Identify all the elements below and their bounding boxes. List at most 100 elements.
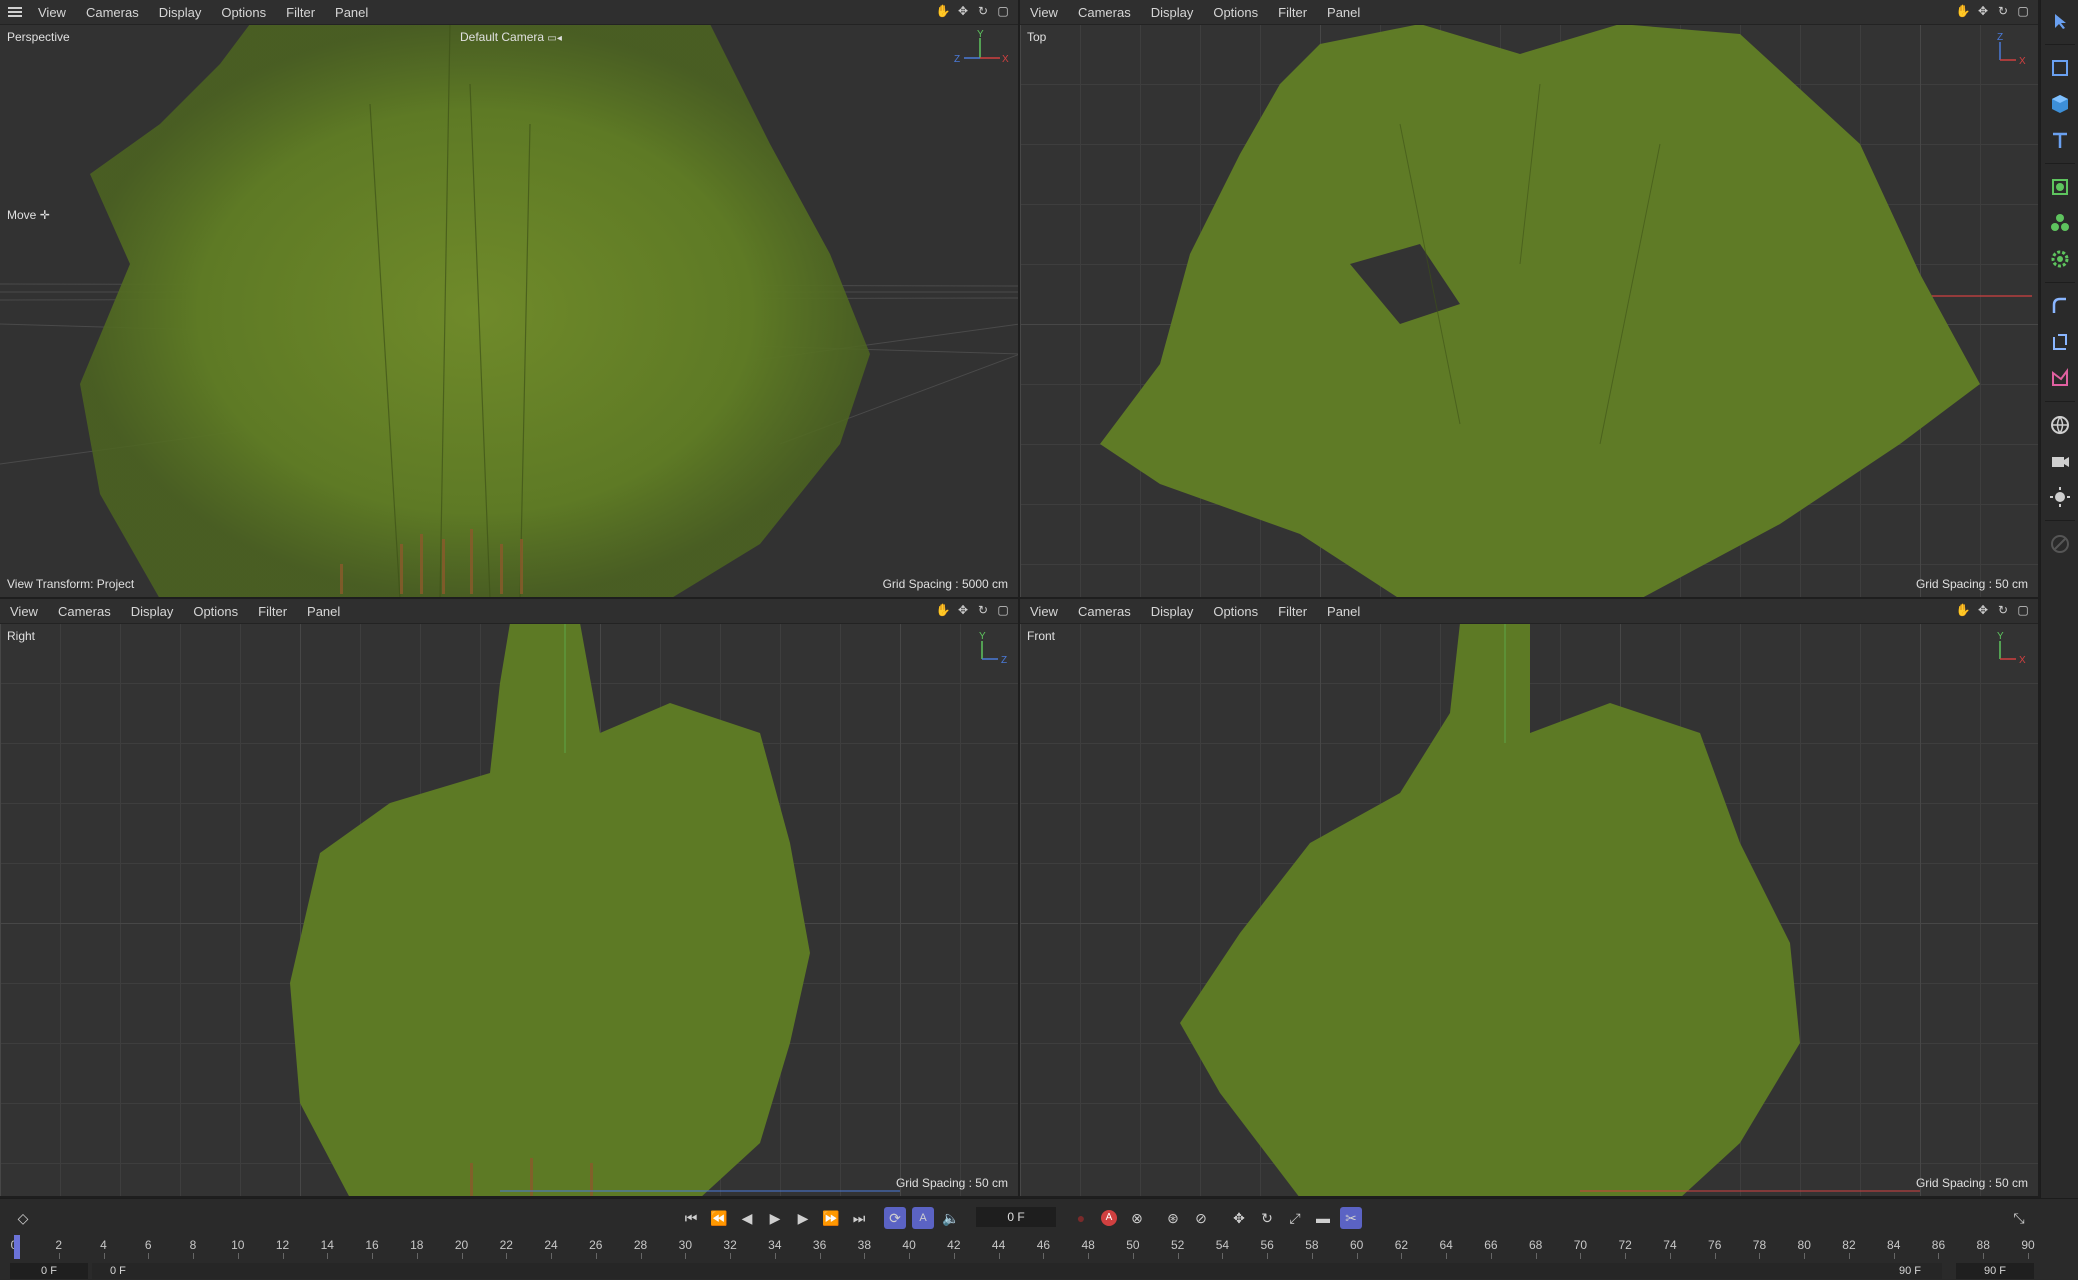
bend-deformer-button[interactable] [2045,327,2075,357]
bend-icon [2052,297,2066,313]
camera-button[interactable] [2045,446,2075,476]
menu-options[interactable]: Options [1203,604,1268,619]
rotate-icon[interactable]: ↻ [976,603,990,617]
maximize-icon[interactable]: ▢ [996,603,1010,617]
effector-button[interactable] [2045,244,2075,274]
go-to-start-button[interactable]: ⏮ [680,1207,702,1229]
range-end-field[interactable]: 90 F [1880,1263,1940,1279]
preview-end-field[interactable]: 90 F [1956,1263,2034,1279]
tick-mark [1759,1253,1761,1259]
record-disabled-button[interactable]: ● [1070,1207,1092,1229]
bamboo-foliage-perspective[interactable] [70,24,890,599]
range-start-field[interactable]: 0 F [92,1263,1942,1279]
record-rotation-button[interactable]: ⊘ [1190,1207,1212,1229]
timeline-graph-button[interactable]: ⤡ [2008,1207,2030,1229]
viewport-perspective[interactable]: View Cameras Display Options Filter Pane… [0,0,1020,599]
menu-options[interactable]: Options [183,604,248,619]
menu-panel[interactable]: Panel [1317,5,1370,20]
menu-filter[interactable]: Filter [1268,5,1317,20]
axis-y-label: Y [1997,631,2004,642]
menu-options[interactable]: Options [1203,5,1268,20]
sound-icon[interactable]: 🔈 [940,1207,962,1229]
move-arrows-icon[interactable]: ✥ [1976,603,1990,617]
next-frame-button[interactable]: ▶ [792,1207,814,1229]
playhead[interactable] [14,1235,20,1259]
tick-label: 46 [1036,1238,1051,1252]
rotate-icon[interactable]: ↻ [976,4,990,18]
menu-display[interactable]: Display [1141,5,1204,20]
loop-button[interactable]: ⟳ [884,1207,906,1229]
menu-panel[interactable]: Panel [297,604,350,619]
deformer-button[interactable] [2045,291,2075,321]
move-arrows-icon[interactable]: ✥ [1976,4,1990,18]
menu-view[interactable]: View [1020,5,1068,20]
next-key-button[interactable]: ⏩ [820,1207,842,1229]
autokey-button[interactable]: A [1098,1207,1120,1229]
menu-filter[interactable]: Filter [248,604,297,619]
previous-frame-button[interactable]: ◀ [736,1207,758,1229]
rotate-icon[interactable]: ↻ [1996,603,2010,617]
menu-cameras[interactable]: Cameras [1068,5,1141,20]
menu-icon[interactable] [8,7,22,17]
menu-cameras[interactable]: Cameras [48,604,121,619]
menu-options[interactable]: Options [211,5,276,20]
keyframe-diamond-button[interactable]: ◇ [12,1207,34,1229]
rotate-icon[interactable]: ↻ [1996,4,2010,18]
camera-label[interactable]: Default Camera ▭◂ [460,30,562,44]
rotate-key-button[interactable]: ↻ [1256,1207,1278,1229]
menu-cameras[interactable]: Cameras [1068,604,1141,619]
pla-key-button[interactable]: ✂ [1340,1207,1362,1229]
disabled-tool-button[interactable] [2045,529,2075,559]
scale-key-button[interactable]: ⤢ [1284,1207,1306,1229]
maximize-icon[interactable]: ▢ [2016,603,2030,617]
menu-display[interactable]: Display [149,5,212,20]
menu-view[interactable]: View [1020,604,1068,619]
move-arrows-icon[interactable]: ✥ [956,603,970,617]
menu-panel[interactable]: Panel [1317,604,1370,619]
move-key-button[interactable]: ✥ [1228,1207,1250,1229]
null-object-button[interactable] [2045,53,2075,83]
menu-panel[interactable]: Panel [325,5,378,20]
move-arrows-icon[interactable]: ✥ [956,4,970,18]
record-position-button[interactable]: ⊛ [1162,1207,1184,1229]
environment-button[interactable] [2045,410,2075,440]
go-to-end-button[interactable]: ⏭ [848,1207,870,1229]
toolbar-divider [2045,163,2075,164]
play-button[interactable]: ▶ [764,1207,786,1229]
bamboo-foliage-top[interactable] [1100,24,1980,599]
text-button[interactable] [2045,125,2075,155]
cube-button[interactable] [2045,89,2075,119]
viewport-right[interactable]: View Cameras Display Options Filter Pane… [0,599,1020,1198]
viewport-top[interactable]: View Cameras Display Options Filter Pane… [1020,0,2040,599]
light-button[interactable] [2045,482,2075,512]
menu-display[interactable]: Display [1141,604,1204,619]
menu-filter[interactable]: Filter [1268,604,1317,619]
previous-key-button[interactable]: ⏪ [708,1207,730,1229]
field-button[interactable] [2045,363,2075,393]
current-frame-field[interactable]: 0 F [976,1207,1056,1227]
tick-mark [1490,1253,1492,1259]
pan-hand-icon[interactable]: ✋ [936,603,951,617]
frame-ruler[interactable]: 0246810121416182022242628303234363840424… [0,1235,2035,1261]
tick-label: 12 [275,1238,290,1252]
preview-start-field[interactable]: 0 F [10,1263,88,1279]
pan-hand-icon[interactable]: ✋ [936,4,951,18]
subdivision-button[interactable] [2045,172,2075,202]
pan-hand-icon[interactable]: ✋ [1956,4,1971,18]
pan-hand-icon[interactable]: ✋ [1956,603,1971,617]
menu-view[interactable]: View [28,5,76,20]
menu-cameras[interactable]: Cameras [76,5,149,20]
cloner-button[interactable] [2045,208,2075,238]
cursor-tool-button[interactable] [2045,6,2075,36]
maximize-icon[interactable]: ▢ [996,4,1010,18]
playback-rate-button[interactable]: A [912,1207,934,1229]
menu-view[interactable]: View [0,604,48,619]
tick-mark [282,1253,284,1259]
maximize-icon[interactable]: ▢ [2016,4,2030,18]
menu-display[interactable]: Display [121,604,184,619]
menu-filter[interactable]: Filter [276,5,325,20]
viewport-front[interactable]: View Cameras Display Options Filter Pane… [1020,599,2040,1198]
keyframe-selection-button[interactable]: ⊗ [1126,1207,1148,1229]
tick-label: 66 [1484,1238,1498,1252]
param-key-button[interactable]: ▬ [1312,1207,1334,1229]
